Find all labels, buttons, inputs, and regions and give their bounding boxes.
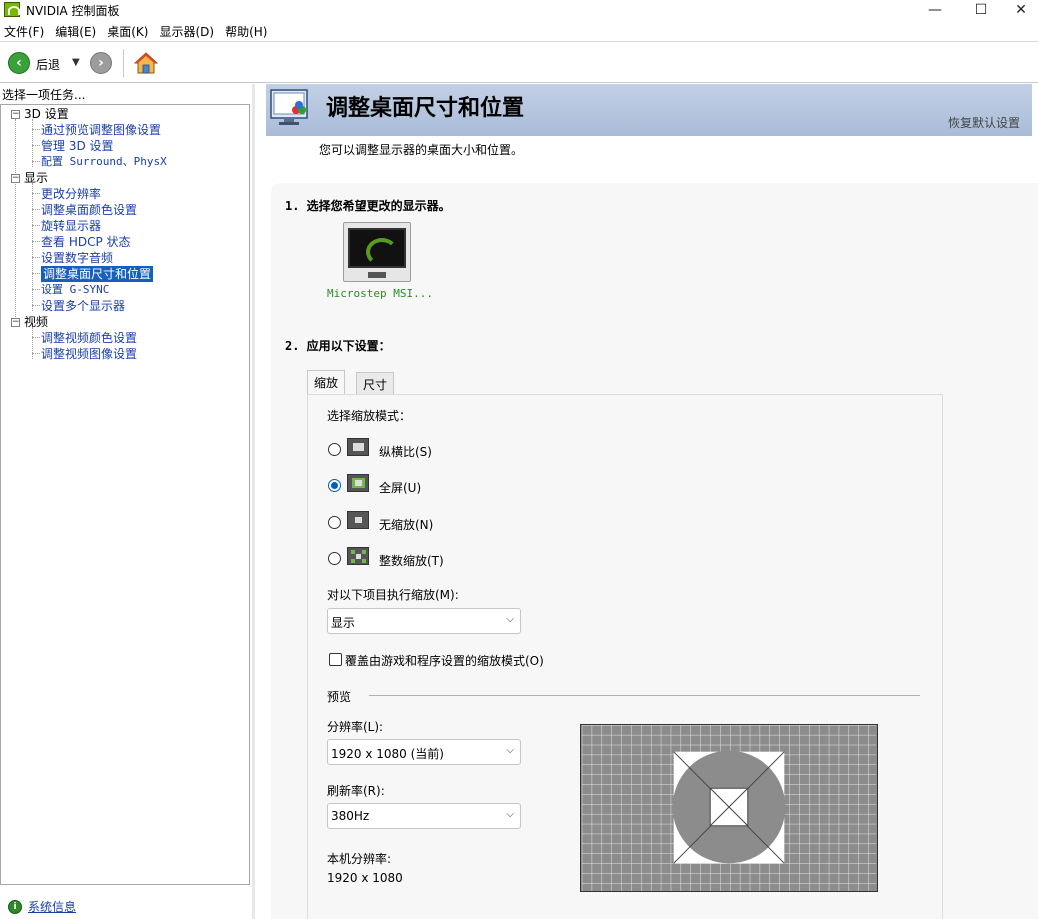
refresh-rate-select[interactable]: 380Hz ⌵ [327,803,521,829]
chevron-down-icon: ⌵ [506,809,514,820]
tree-item-desktop-color[interactable]: 调整桌面颜色设置 [41,202,137,218]
minimize-button[interactable]: — [912,0,958,20]
refresh-rate-value: 380Hz [331,809,370,823]
menu-help[interactable]: 帮助(H) [222,23,274,40]
page-description: 您可以调整显示器的桌面大小和位置。 [319,143,524,157]
menu-edit[interactable]: 编辑(E) [52,23,103,40]
tree-category-video[interactable]: 视频 [24,314,48,330]
tree-item-video-color[interactable]: 调整视频颜色设置 [41,330,137,346]
main-content: 调整桌面尺寸和位置 恢复默认设置 您可以调整显示器的桌面大小和位置。 1. 选择… [255,84,1038,919]
override-scaling-checkbox[interactable] [329,653,342,666]
option-no-scaling-label[interactable]: 无缩放(N) [379,516,433,533]
back-button-label[interactable]: 后退 [36,56,60,73]
preview-heading: 预览 [327,690,352,704]
radio-no-scaling[interactable] [328,516,341,529]
nvidia-logo-icon [4,2,20,17]
scaling-mode-label: 选择缩放模式： [327,409,412,423]
menu-file[interactable]: 文件(F) [1,23,51,40]
chevron-down-icon: ⌵ [506,745,514,756]
tree-item-digital-audio[interactable]: 设置数字音频 [41,250,113,266]
option-integer-scaling-label[interactable]: 整数缩放(T) [379,552,444,569]
radio-aspect-ratio[interactable] [328,443,341,456]
monitor-screen-icon [348,228,406,268]
task-list-header: 选择一项任务... [2,88,86,102]
collapse-display-icon[interactable]: − [11,174,20,183]
maximize-button[interactable]: ☐ [958,0,1004,20]
system-info-label[interactable]: 系统信息 [28,898,76,915]
desktop-size-icon [270,89,308,125]
close-button[interactable]: ✕ [1004,0,1038,20]
back-arrow-icon[interactable]: ‹ [8,52,30,74]
forward-arrow-icon[interactable]: › [90,52,112,74]
full-screen-icon [347,474,369,492]
option-aspect-ratio-label[interactable]: 纵横比(S) [379,443,432,460]
refresh-rate-label: 刷新率(R): [327,784,385,798]
no-scaling-icon [347,511,369,529]
tree-item-rotate-display[interactable]: 旋转显示器 [41,218,101,234]
task-tree: − 3D 设置 通过预览调整图像设置 管理 3D 设置 配置 Surround、… [0,104,250,885]
collapse-3d-settings-icon[interactable]: − [11,110,20,119]
perform-scaling-value: 显示 [331,616,356,630]
tree-item-gsync[interactable]: 设置 G-SYNC [41,282,109,298]
restore-defaults-link[interactable]: 恢复默认设置 [948,114,1020,131]
system-info-link[interactable]: i 系统信息 [8,898,76,915]
menu-desktop[interactable]: 桌面(K) [104,23,155,40]
tree-item-multiple-displays[interactable]: 设置多个显示器 [41,298,125,314]
tab-size[interactable]: 尺寸 [356,372,395,394]
tree-item-configure-surround-physx[interactable]: 配置 Surround、PhysX [41,154,167,170]
radio-full-screen[interactable] [328,479,341,492]
preview-divider [369,695,920,696]
menu-display[interactable]: 显示器(D) [156,23,221,40]
perform-scaling-select[interactable]: 显示 ⌵ [327,608,521,634]
native-resolution-value: 1920 x 1080 [327,871,403,885]
option-full-screen-label[interactable]: 全屏(U) [379,479,421,496]
collapse-video-icon[interactable]: − [11,318,20,327]
chevron-down-icon: ⌵ [506,614,514,625]
page-title: 调整桌面尺寸和位置 [326,95,525,121]
resolution-label: 分辨率(L): [327,720,384,734]
tab-scaling[interactable]: 缩放 [307,370,346,394]
system-info-icon: i [8,899,22,914]
monitor-selector[interactable] [343,222,411,282]
tree-item-change-resolution[interactable]: 更改分辨率 [41,186,101,202]
toolbar-divider [123,49,124,77]
perform-scaling-label: 对以下项目执行缩放(M): [327,588,459,602]
home-icon[interactable] [134,52,158,74]
resolution-value: 1920 x 1080 (当前) [331,747,444,761]
page-banner: 调整桌面尺寸和位置 恢复默认设置 [266,84,1032,136]
native-resolution-label: 本机分辨率: [327,852,392,866]
scaling-tab-body: 选择缩放模式： 纵横比(S) 全屏(U) 无缩放(N) 整数缩放(T) 对以下项… [307,394,943,919]
integer-scaling-icon [347,547,369,565]
tree-item-manage-3d-settings[interactable]: 管理 3D 设置 [41,138,114,154]
monitor-label[interactable]: Microstep MSI... [327,287,433,300]
step2-heading: 2. 应用以下设置： [285,339,391,353]
tree-item-desktop-size-position[interactable]: 调整桌面尺寸和位置 [41,266,154,282]
tree-item-video-image[interactable]: 调整视频图像设置 [41,346,137,362]
back-history-dropdown-icon[interactable]: ▼ [72,57,80,68]
menu-bar: 文件(F) 编辑(E) 桌面(K) 显示器(D) 帮助(H) [0,22,1038,42]
resolution-select[interactable]: 1920 x 1080 (当前) ⌵ [327,739,521,765]
tree-item-hdcp-status[interactable]: 查看 HDCP 状态 [41,234,131,250]
tree-item-preview-image-settings[interactable]: 通过预览调整图像设置 [41,122,161,138]
title-bar: NVIDIA 控制面板 — ☐ ✕ [0,0,1038,20]
window-title: NVIDIA 控制面板 [26,4,120,18]
tree-category-display[interactable]: 显示 [24,170,48,186]
step1-heading: 1. 选择您希望更改的显示器。 [285,199,451,213]
scaling-preview [580,724,878,892]
tree-category-3d-settings[interactable]: 3D 设置 [24,106,69,122]
toolbar: ‹ 后退 ▼ › [0,43,1038,83]
radio-integer-scaling[interactable] [328,552,341,565]
settings-panel: 1. 选择您希望更改的显示器。 Microstep MSI... 2. 应用以下… [271,183,1038,919]
override-scaling-label[interactable]: 覆盖由游戏和程序设置的缩放模式(O) [345,652,544,669]
aspect-ratio-icon [347,438,369,456]
